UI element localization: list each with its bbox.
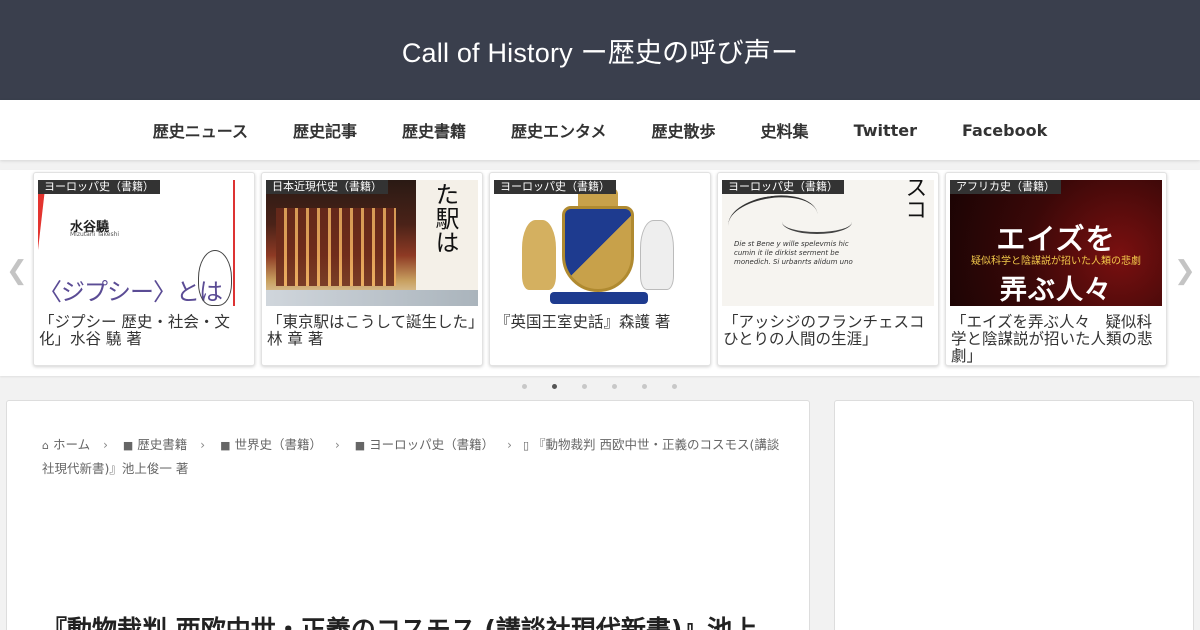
nav-item-facebook[interactable]: Facebook xyxy=(940,121,1070,140)
card-title: 「ジプシー 歴史・社会・文化」水谷 驍 著 xyxy=(39,313,230,348)
thumbnail-title: ノランチェスコ xyxy=(901,180,934,286)
nav-item-history-books[interactable]: 歴史書籍 xyxy=(379,118,488,142)
thumbnail-subtitle: 疑似科学と陰謀説が招いた人類の悲劇 xyxy=(971,256,1141,267)
site-title[interactable]: Call of History ー歴史の呼び声ー xyxy=(402,31,798,70)
nav-item-twitter[interactable]: Twitter xyxy=(831,121,939,140)
carousel-dots xyxy=(0,382,1200,394)
category-label: ヨーロッパ史（書籍） xyxy=(494,180,616,194)
station-building xyxy=(276,208,396,286)
carousel-dot[interactable] xyxy=(582,384,587,389)
breadcrumb: ⌂ ホーム › ■ 歴史書籍 › ■ 世界史（書籍） › ■ ヨーロッパ史（書籍… xyxy=(42,437,780,476)
nav-item-history-entertainment[interactable]: 歴史エンタメ xyxy=(489,118,630,142)
carousel-dot[interactable] xyxy=(612,384,617,389)
main-content: ⌂ ホーム › ■ 歴史書籍 › ■ 世界史（書籍） › ■ ヨーロッパ史（書籍… xyxy=(6,400,810,630)
carousel-card[interactable]: ヨーロッパ史（書籍） 『英国王室史話』森護 著 xyxy=(489,172,711,366)
carousel-card[interactable]: エイズを 疑似科学と陰謀説が招いた人類の悲劇 弄ぶ人々 アフリカ史（書籍） 「エ… xyxy=(945,172,1167,366)
category-label: ヨーロッパ史（書籍） xyxy=(722,180,844,194)
folder-icon: ■ xyxy=(354,439,366,452)
chevron-left-icon[interactable]: ❮ xyxy=(6,258,28,284)
carousel-card[interactable]: Die st Bene y wille spelevmis hic cumin … xyxy=(717,172,939,366)
folder-icon: ■ xyxy=(220,439,231,452)
chevron-right-icon[interactable]: ❯ xyxy=(1174,258,1196,284)
carousel-card[interactable]: 水谷驍 Mizutani Takeshi 〈ジプシー〉とは ヨーロッパ史（書籍）… xyxy=(33,172,255,366)
breadcrumb-home[interactable]: ホーム xyxy=(53,437,90,452)
unicorn-icon xyxy=(640,220,674,290)
lion-icon xyxy=(522,220,556,290)
nav-item-history-walks[interactable]: 歴史散歩 xyxy=(629,118,738,142)
card-thumbnail xyxy=(494,180,706,306)
carousel-dot[interactable] xyxy=(642,384,647,389)
sidebar xyxy=(834,400,1194,630)
carousel-dot[interactable] xyxy=(552,384,557,389)
thumbnail-author-en: Mizutani Takeshi xyxy=(70,231,120,238)
card-thumbnail: Die st Bene y wille spelevmis hic cumin … xyxy=(722,180,934,306)
card-title: 「東京駅はこうして誕生した」林 章 著 xyxy=(267,313,476,348)
related-carousel: ❮ ❯ 水谷驍 Mizutani Takeshi 〈ジプシー〉とは ヨーロッパ史… xyxy=(0,170,1200,376)
file-icon: ▯ xyxy=(522,439,530,452)
home-icon: ⌂ xyxy=(42,439,49,452)
card-title: 『英国王室史話』森護 著 xyxy=(495,313,671,331)
thumbnail-title: た駅は xyxy=(431,182,459,254)
coat-of-arms-icon xyxy=(562,206,634,292)
card-title: 「エイズを弄ぶ人々 疑似科学と陰謀説が招いた人類の悲劇」 xyxy=(951,313,1153,365)
article-title: 『動物裁判 西欧中世・正義のコスモス (講談社現代新書)』池上 xyxy=(42,615,758,630)
site-header: Call of History ー歴史の呼び声ー xyxy=(0,0,1200,100)
carousel-card[interactable]: た駅は 日本近現代史（書籍） 「東京駅はこうして誕生した」林 章 著 xyxy=(261,172,483,366)
category-label: 日本近現代史（書籍） xyxy=(266,180,388,194)
category-label: ヨーロッパ史（書籍） xyxy=(38,180,160,194)
nav-item-history-news[interactable]: 歴史ニュース xyxy=(130,118,270,142)
breadcrumb-world-history[interactable]: 世界史（書籍） xyxy=(234,437,322,452)
breadcrumb-europe-history[interactable]: ヨーロッパ史（書籍） xyxy=(369,437,494,452)
card-title: 「アッシジのフランチェスコ ひとりの人間の生涯」 xyxy=(723,313,939,348)
thumbnail-title: 〈ジプシー〉とは xyxy=(38,278,223,306)
nav-item-history-articles[interactable]: 歴史記事 xyxy=(270,118,379,142)
main-nav: 歴史ニュース 歴史記事 歴史書籍 歴史エンタメ 歴史散歩 史料集 Twitter… xyxy=(0,100,1200,160)
carousel-dot[interactable] xyxy=(522,384,527,389)
category-label: アフリカ史（書籍） xyxy=(950,180,1061,194)
card-thumbnail: た駅は xyxy=(266,180,478,306)
manuscript-text: Die st Bene y wille spelevmis hic cumin … xyxy=(734,240,853,266)
sketch-illustration xyxy=(198,250,232,306)
card-thumbnail: 水谷驍 Mizutani Takeshi 〈ジプシー〉とは xyxy=(38,180,250,306)
breadcrumb-history-books[interactable]: 歴史書籍 xyxy=(137,437,187,452)
nav-item-sources[interactable]: 史料集 xyxy=(738,118,831,142)
carousel-dot[interactable] xyxy=(672,384,677,389)
card-thumbnail: エイズを 疑似科学と陰謀説が招いた人類の悲劇 弄ぶ人々 xyxy=(950,180,1162,306)
folder-icon: ■ xyxy=(122,439,134,452)
thumbnail-title-2: 弄ぶ人々 xyxy=(1000,275,1112,306)
